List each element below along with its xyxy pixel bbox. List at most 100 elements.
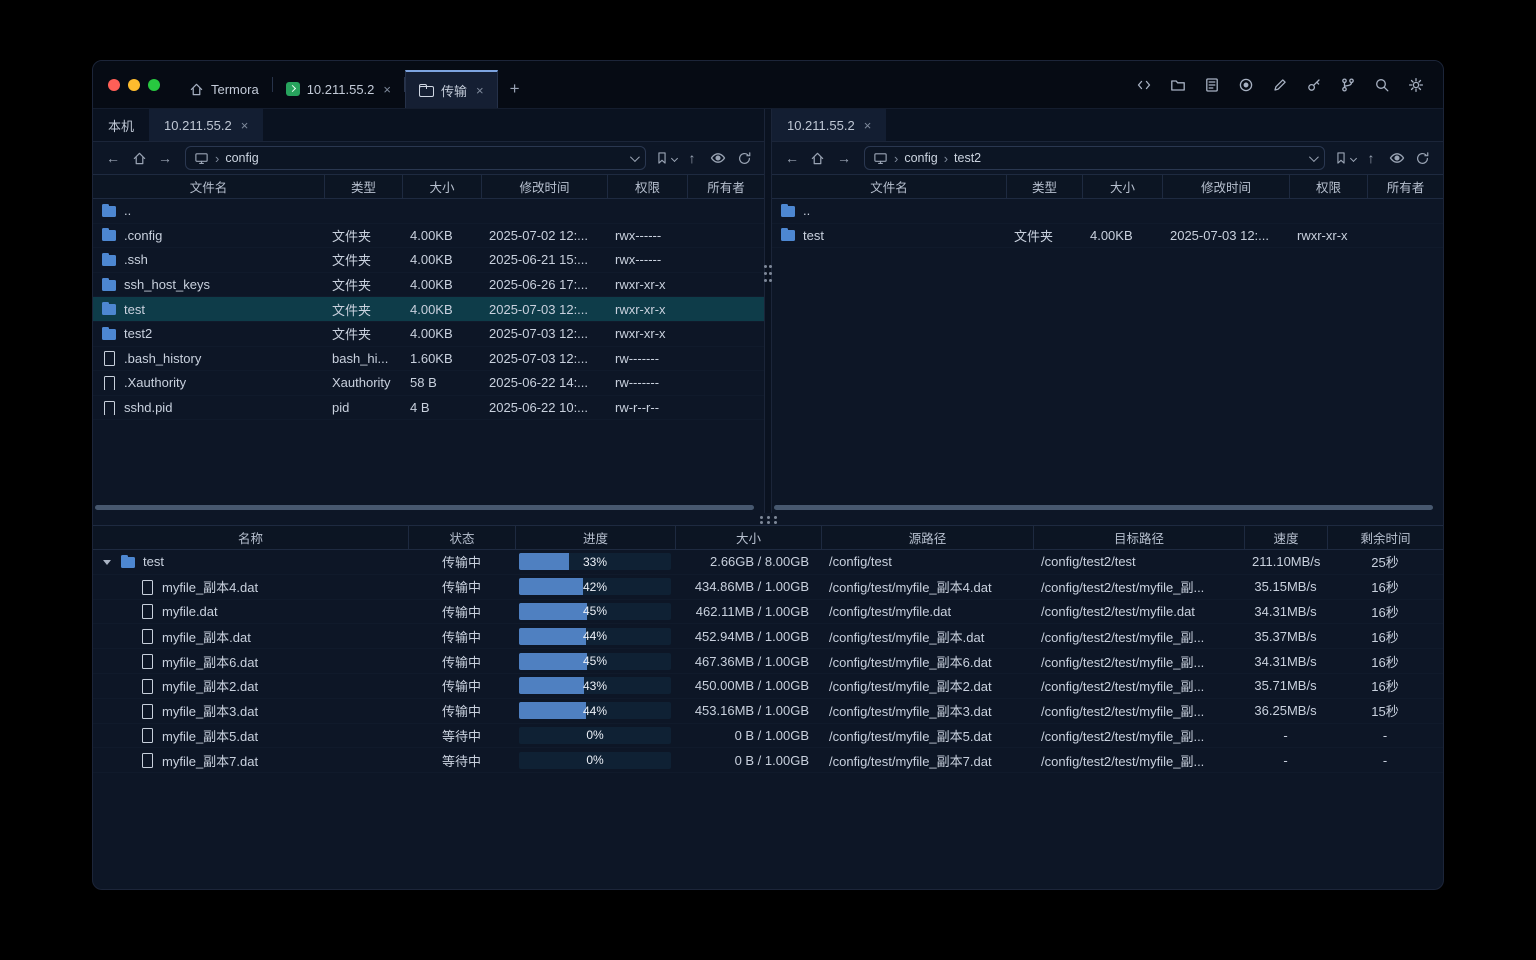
horizontal-scrollbar[interactable] [774,504,1441,512]
minimize-window-button[interactable] [128,79,140,91]
search-icon[interactable] [1369,72,1395,98]
log-icon[interactable] [1199,72,1225,98]
file-row[interactable]: .. [772,199,1443,224]
forward-button[interactable]: → [832,146,856,170]
refresh-button[interactable] [1411,146,1435,170]
settings-icon[interactable] [1403,72,1429,98]
column-header[interactable]: 权限 [1289,175,1367,198]
home-button[interactable] [806,146,830,170]
back-button[interactable]: ← [101,146,125,170]
transfer-row[interactable]: myfile_副本5.dat 等待中 0% 0 B / 1.00GB /conf… [93,724,1443,749]
column-header[interactable]: 修改时间 [481,175,607,198]
close-tab-icon[interactable]: × [383,82,391,97]
column-header[interactable]: 文件名 [93,175,324,198]
column-header[interactable]: 文件名 [772,175,1006,198]
code-icon[interactable] [1131,72,1157,98]
close-tab-icon[interactable]: × [864,118,872,133]
file-row[interactable]: ssh_host_keys 文件夹 4.00KB 2025-06-26 17:.… [93,273,764,298]
branch-icon[interactable] [1335,72,1361,98]
file-row[interactable]: test 文件夹 4.00KB 2025-07-03 12:... rwxr-x… [772,224,1443,249]
path-bar[interactable]: › config › test2 [864,146,1325,170]
transfer-row[interactable]: myfile.dat 传输中 45% 462.11MB / 1.00GB /co… [93,600,1443,625]
bookmark-button[interactable] [1333,146,1357,170]
transfer-row[interactable]: myfile_副本6.dat 传输中 45% 467.36MB / 1.00GB… [93,649,1443,674]
edit-icon[interactable] [1267,72,1293,98]
transfer-row[interactable]: myfile_副本3.dat 传输中 44% 453.16MB / 1.00GB… [93,699,1443,724]
refresh-button[interactable] [732,146,756,170]
transfer-progress-cell: 44% [515,702,675,719]
close-window-button[interactable] [108,79,120,91]
panel-tab[interactable]: 10.211.55.2 × [149,109,263,141]
column-header[interactable]: 源路径 [821,526,1033,549]
file-row[interactable]: .Xauthority Xauthority 58 B 2025-06-22 1… [93,371,764,396]
file-row[interactable]: .bash_history bash_hi... 1.60KB 2025-07-… [93,347,764,372]
expand-chevron-icon[interactable] [101,556,113,568]
scrollbar-thumb[interactable] [774,505,1433,510]
folder-icon [419,84,434,97]
file-row[interactable]: sshd.pid pid 4 B 2025-06-22 10:... rw-r-… [93,396,764,421]
column-header[interactable]: 类型 [1006,175,1082,198]
file-type-cell: 文件夹 [324,250,402,269]
column-header[interactable]: 剩余时间 [1327,526,1443,549]
upload-button[interactable]: ↑ [680,146,704,170]
column-header[interactable]: 名称 [93,526,408,549]
path-segment[interactable]: config [225,151,258,165]
transfer-row[interactable]: myfile_副本2.dat 传输中 43% 450.00MB / 1.00GB… [93,674,1443,699]
column-header[interactable]: 所有者 [1367,175,1443,198]
transfer-name-cell: myfile_副本5.dat [93,726,408,745]
transfer-row[interactable]: myfile_副本7.dat 等待中 0% 0 B / 1.00GB /conf… [93,748,1443,773]
tab-host-session[interactable]: 10.211.55.2 × [273,70,404,108]
path-segment[interactable]: test2 [954,151,981,165]
close-tab-icon[interactable]: × [241,118,249,133]
horizontal-scrollbar[interactable] [95,504,762,512]
file-row[interactable]: .ssh 文件夹 4.00KB 2025-06-21 15:... rwx---… [93,248,764,273]
path-segment[interactable]: config [904,151,937,165]
transfer-speed: 35.71MB/s [1244,678,1327,693]
key-icon[interactable] [1301,72,1327,98]
transfer-splitter[interactable] [93,513,1443,525]
tab-transfer[interactable]: 传输 × [405,70,498,108]
file-row[interactable]: .. [93,199,764,224]
bookmark-button[interactable] [654,146,678,170]
panel-tab[interactable]: 本机 [93,109,149,141]
tab-termora[interactable]: Termora [176,70,272,108]
record-icon[interactable] [1233,72,1259,98]
chevron-down-icon[interactable] [1309,152,1319,162]
show-hidden-button[interactable] [706,146,730,170]
column-header[interactable]: 大小 [402,175,481,198]
transfer-row[interactable]: myfile_副本.dat 传输中 44% 452.94MB / 1.00GB … [93,624,1443,649]
file-row[interactable]: test2 文件夹 4.00KB 2025-07-03 12:... rwxr-… [93,322,764,347]
column-header[interactable]: 进度 [515,526,675,549]
upload-button[interactable]: ↑ [1359,146,1383,170]
column-header[interactable]: 大小 [1082,175,1162,198]
home-button[interactable] [127,146,151,170]
new-tab-button[interactable]: + [498,70,532,108]
splitter-grip [764,265,767,268]
chevron-down-icon[interactable] [630,152,640,162]
close-tab-icon[interactable]: × [476,83,484,98]
column-header[interactable]: 速度 [1244,526,1327,549]
file-name-cell: .config [93,228,324,243]
back-button[interactable]: ← [780,146,804,170]
file-row[interactable]: test 文件夹 4.00KB 2025-07-03 12:... rwxr-x… [93,297,764,322]
column-header[interactable]: 所有者 [687,175,764,198]
transfer-target-path: /config/test2/test/myfile_副... [1033,701,1244,720]
forward-button[interactable]: → [153,146,177,170]
transfer-row[interactable]: myfile_副本4.dat 传输中 42% 434.86MB / 1.00GB… [93,575,1443,600]
transfer-status: 传输中 [408,602,515,621]
show-hidden-button[interactable] [1385,146,1409,170]
panel-splitter[interactable] [764,109,772,513]
transfer-row[interactable]: test 传输中 33% 2.66GB / 8.00GB /config/tes… [93,550,1443,575]
column-header[interactable]: 状态 [408,526,515,549]
column-header[interactable]: 大小 [675,526,821,549]
scrollbar-thumb[interactable] [95,505,754,510]
folder-icon[interactable] [1165,72,1191,98]
column-header[interactable]: 权限 [607,175,687,198]
file-row[interactable]: .config 文件夹 4.00KB 2025-07-02 12:... rwx… [93,224,764,249]
path-bar[interactable]: › config [185,146,646,170]
panel-tab[interactable]: 10.211.55.2 × [772,109,886,141]
column-header[interactable]: 修改时间 [1162,175,1289,198]
column-header[interactable]: 类型 [324,175,402,198]
zoom-window-button[interactable] [148,79,160,91]
column-header[interactable]: 目标路径 [1033,526,1244,549]
